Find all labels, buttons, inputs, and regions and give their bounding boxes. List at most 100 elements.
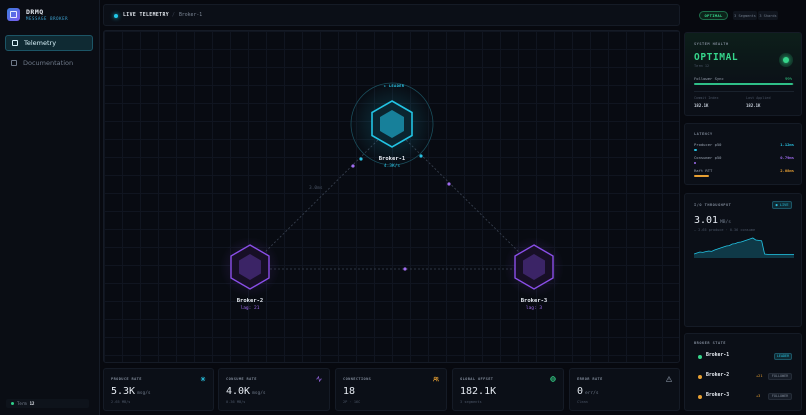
broker-role-badge: LEADER — [774, 352, 792, 360]
breadcrumb-separator: / — [172, 13, 175, 18]
breadcrumb[interactable]: Broker-1 — [179, 13, 202, 18]
metric-connections: CONNECTIONS 18 2P · 16C — [335, 368, 447, 411]
throughput-panel: I/O THROUGHPUT ● LIVE 3.01 MB/s — 2.65 pr… — [684, 193, 802, 327]
latency-value: 2.08ms — [780, 168, 794, 173]
nav-item-telemetry[interactable]: Telemetry — [5, 35, 93, 51]
metric-sub: 0.36 MB/s — [226, 400, 246, 404]
metric-sub: 2.65 MB/s — [111, 400, 131, 404]
term-value: 12 — [29, 401, 35, 406]
leader-tag: ★ LEADER — [383, 83, 405, 88]
broker-role-badge: FOLLOWER — [768, 392, 792, 400]
health-indicator-icon — [779, 53, 793, 67]
broker-2-name: Broker-2 — [236, 298, 264, 304]
brand-subtitle: MESSAGE BROKER — [26, 16, 69, 21]
latency-panel: LATENCY Producer p50 1.12ms Consumer p50… — [684, 123, 802, 185]
users-icon — [433, 376, 439, 382]
broker-state-name: Broker-3 — [706, 393, 730, 398]
nav-item-documentation[interactable]: Documentation — [5, 55, 93, 71]
top-header: LIVE TELEMETRY / Broker-1 OPTIMAL 3 Segm… — [103, 4, 778, 26]
panel-title: BROKER STATE — [694, 341, 726, 345]
broker-2-node[interactable] — [220, 237, 280, 297]
panel-title: I/O THROUGHPUT — [694, 203, 732, 207]
packet-dot — [447, 182, 451, 186]
broker-state-row[interactable]: Broker-3 +3 FOLLOWER — [694, 391, 794, 402]
follower-sync-label: Follower Sync — [694, 76, 724, 81]
broker-state-lag: +21 — [756, 374, 763, 378]
metric-value: 18 — [343, 386, 356, 397]
broker-3-lag: lag: 3 — [525, 306, 543, 311]
follower-sync-bar — [694, 83, 794, 85]
broker-state-panel: BROKER STATE Broker-1 LEADER Broker-2 +2… — [684, 333, 802, 411]
globe-icon — [550, 376, 556, 382]
segments-chip[interactable]: 3 Segments — [733, 11, 757, 20]
metric-value: 182.1K — [460, 386, 497, 397]
packet-dot — [351, 164, 355, 168]
brand-title: DRMQ — [26, 8, 44, 16]
metric-label: CONSUME RATE — [226, 377, 257, 381]
status-dot-icon — [698, 354, 702, 359]
metric-value: 5.3K msg/s — [111, 386, 151, 397]
latency-bar — [694, 175, 709, 177]
metric-value: 4.0K msg/s — [226, 386, 266, 397]
health-term: Term 12 — [694, 64, 710, 68]
broker-1-name: Broker-1 — [378, 156, 406, 162]
broker-state-row[interactable]: Broker-1 LEADER — [694, 351, 794, 362]
latency-value: 0.79ms — [780, 155, 794, 160]
follower-sync-value: 99% — [785, 76, 792, 81]
health-status: OPTIMAL — [694, 52, 739, 63]
metric-label: GLOBAL OFFSET — [460, 377, 494, 381]
broker-1-node[interactable] — [350, 82, 434, 166]
commit-index-value: 182.1K — [694, 103, 709, 108]
sidebar: DRMQ MESSAGE BROKER Telemetry Documentat… — [0, 0, 100, 415]
nav-item-label: Telemetry — [24, 39, 57, 47]
broker-3-name: Broker-3 — [520, 298, 548, 304]
live-toggle-button[interactable]: ● LIVE — [772, 201, 792, 209]
throughput-chart — [694, 237, 794, 258]
metric-value: 0 err/s — [577, 386, 599, 397]
metric-label: CONNECTIONS — [343, 377, 372, 381]
metric-produce-rate: PRODUCE RATE 5.3K msg/s 2.65 MB/s — [103, 368, 214, 411]
commit-index-label: Commit Index — [694, 96, 719, 100]
nav-item-label: Documentation — [23, 59, 74, 67]
metric-sub: Clean — [577, 400, 588, 404]
topology-canvas[interactable]: ★ LEADER 3.0ms Broker-1 4.3K/s Broker-2 … — [103, 30, 680, 363]
system-health-panel: SYSTEM HEALTH OPTIMAL Term 12 Follower S… — [684, 32, 802, 116]
shards-chip[interactable]: 3 Shards — [758, 11, 778, 20]
live-dot-icon — [114, 14, 118, 18]
latency-bar — [694, 162, 696, 164]
follower-sync-fill — [694, 83, 793, 85]
latency-value: 1.12ms — [780, 142, 794, 147]
metric-consume-rate: CONSUME RATE 4.0K msg/s 0.36 MB/s — [218, 368, 330, 411]
term-indicator: Term 12 — [6, 399, 89, 408]
panel-title: LATENCY — [694, 132, 713, 136]
status-dot-icon — [698, 394, 702, 399]
metric-label: ERROR RATE — [577, 377, 603, 381]
broker-3-node[interactable] — [504, 237, 564, 297]
broker-2-lag: lag: 21 — [240, 306, 260, 311]
activity-icon — [200, 376, 206, 382]
logo-icon — [7, 8, 20, 21]
panel-title: SYSTEM HEALTH — [694, 42, 729, 46]
latency-label: Consumer p50 — [694, 155, 722, 160]
warning-icon — [666, 376, 672, 382]
broker-role-badge: FOLLOWER — [768, 372, 792, 380]
term-label: Term — [17, 401, 27, 406]
metric-sub: 2P · 16C — [343, 400, 361, 404]
status-dot-icon — [698, 374, 702, 379]
broker-state-name: Broker-1 — [706, 353, 730, 358]
broker-state-row[interactable]: Broker-2 +21 FOLLOWER — [694, 371, 794, 382]
latency-label: Producer p50 — [694, 142, 722, 147]
metric-sub: 3 segments — [460, 400, 482, 404]
broker-1-rate: 4.3K/s — [383, 164, 401, 169]
last-applied-value: 182.1K — [746, 103, 761, 108]
metric-label: PRODUCE RATE — [111, 377, 142, 381]
broker-state-lag: +3 — [756, 394, 761, 398]
topology-graph — [220, 82, 564, 297]
throughput-legend: — 2.65 produce · 0.36 consume — [694, 228, 756, 232]
latency-bar — [694, 149, 697, 151]
divider — [694, 91, 794, 92]
status-dot-icon — [11, 402, 14, 405]
latency-label: Raft RTT — [694, 168, 713, 173]
packet-dot — [403, 267, 407, 271]
app-root: DRMQ MESSAGE BROKER Telemetry Documentat… — [0, 0, 806, 415]
